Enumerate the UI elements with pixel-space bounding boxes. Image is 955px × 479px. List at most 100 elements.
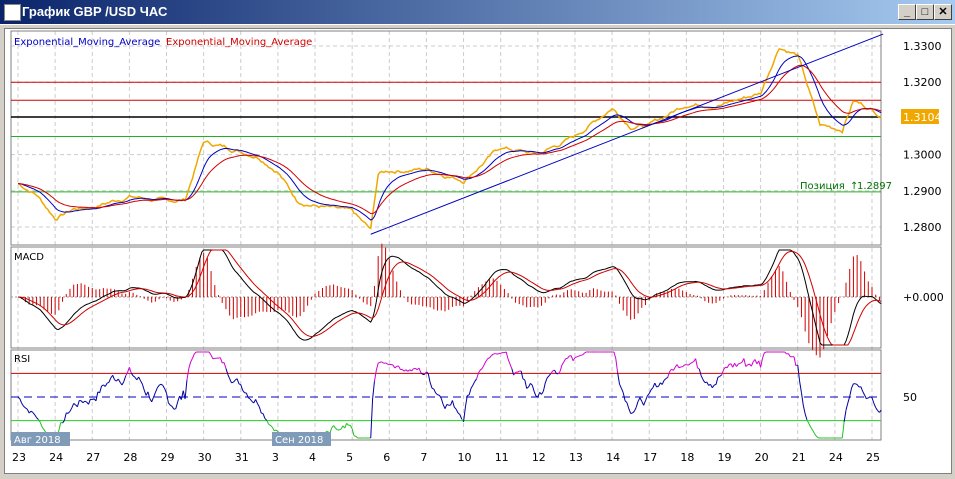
rsi-segment xyxy=(635,401,639,408)
rsi-segment xyxy=(864,394,867,399)
rsi-segment xyxy=(229,378,232,384)
macd-zero-label: +0.000 xyxy=(903,291,944,304)
rsi-segment xyxy=(856,384,860,388)
trend-line[interactable] xyxy=(370,33,884,235)
price-tick: 1.3300 xyxy=(903,40,942,53)
rsi-segment xyxy=(104,382,108,387)
rsi-segment xyxy=(528,383,531,388)
rsi-segment xyxy=(470,385,474,389)
rsi-segment xyxy=(862,391,866,396)
rsi-segment xyxy=(171,406,175,410)
rsi-segment xyxy=(440,398,444,405)
rsi-segment xyxy=(875,407,878,411)
day-tick: 24 xyxy=(829,451,843,464)
rsi-segment xyxy=(401,369,405,372)
rsi-segment xyxy=(509,363,513,369)
rsi-segment xyxy=(477,369,481,374)
day-tick: 19 xyxy=(717,451,731,464)
rsi-segment xyxy=(451,400,455,408)
rsi-segment xyxy=(689,362,693,365)
rsi-segment xyxy=(435,392,438,396)
rsi-segment xyxy=(711,384,715,389)
rsi-segment xyxy=(154,387,158,393)
rsi-segment xyxy=(21,403,24,407)
rsi-segment xyxy=(106,381,110,384)
rsi-segment xyxy=(548,373,552,377)
rsi-segment xyxy=(524,379,528,389)
day-tick: 27 xyxy=(86,451,100,464)
chart-canvas[interactable]: Exponential_Moving_Average Exponential_M… xyxy=(0,0,955,479)
day-tick: 18 xyxy=(680,451,694,464)
rsi-segment xyxy=(626,402,630,409)
rsi-segment xyxy=(665,376,669,380)
day-tick: 25 xyxy=(866,451,880,464)
rsi-segment xyxy=(810,426,814,431)
rsi-segment xyxy=(429,382,433,389)
rsi-segment xyxy=(140,380,143,385)
rsi-segment xyxy=(467,394,470,397)
rsi-segment xyxy=(411,368,414,372)
rsi-segment xyxy=(403,369,407,372)
rsi-segment xyxy=(697,367,700,370)
rsi-segment xyxy=(583,351,587,354)
rsi-segment xyxy=(500,352,503,354)
rsi-segment xyxy=(39,422,43,428)
rsi-segment xyxy=(537,392,541,398)
rsi-segment xyxy=(125,372,128,377)
rsi-segment xyxy=(261,412,264,415)
rsi-segment xyxy=(123,375,127,382)
rsi-segment xyxy=(373,370,377,382)
rsi-segment xyxy=(32,412,36,416)
rsi-segment xyxy=(698,369,702,376)
rsi-segment xyxy=(117,378,121,383)
rsi-segment xyxy=(570,355,574,361)
day-tick: 30 xyxy=(198,451,212,464)
rsi-segment xyxy=(30,410,34,413)
rsi-segment xyxy=(849,387,853,397)
legend-ema-slow: Exponential_Moving_Average xyxy=(166,37,312,48)
rsi-segment xyxy=(800,392,804,406)
rsi-segment xyxy=(101,384,104,387)
rsi-segment xyxy=(860,386,864,392)
rsi-segment xyxy=(409,369,412,372)
rsi-segment xyxy=(219,357,223,364)
legend-ema-fast: Exponential_Moving_Average xyxy=(14,37,160,48)
rsi-segment xyxy=(784,351,787,355)
rsi-segment xyxy=(73,403,76,406)
rsi-segment xyxy=(481,364,485,369)
rsi-segment xyxy=(793,356,797,366)
rsi-segment xyxy=(151,396,154,403)
rsi-segment xyxy=(114,379,117,382)
rsi-segment xyxy=(706,381,710,386)
rsi-segment xyxy=(656,385,659,388)
rsi-segment xyxy=(738,362,741,365)
rsi-segment xyxy=(507,359,511,365)
rsi-segment xyxy=(192,353,195,359)
rsi-segment xyxy=(468,388,472,396)
rsi-segment xyxy=(23,405,26,409)
rsi-segment xyxy=(483,361,487,366)
month-label: Авг 2018 xyxy=(14,435,61,446)
rsi-segment xyxy=(453,406,457,410)
rsi-segment xyxy=(815,435,819,439)
rsi-segment xyxy=(613,351,617,359)
rsi-segment xyxy=(41,426,45,430)
day-tick: 29 xyxy=(161,451,175,464)
rsi-segment xyxy=(437,394,440,396)
rsi-segment xyxy=(678,366,681,369)
rsi-segment xyxy=(257,403,260,408)
rsi-segment xyxy=(493,353,496,355)
rsi-segment xyxy=(505,351,509,360)
rsi-segment xyxy=(491,353,494,356)
rsi-segment xyxy=(714,383,717,386)
rsi-segment xyxy=(814,433,817,437)
rsi-segment xyxy=(546,375,550,379)
rsi-segment xyxy=(788,353,791,357)
rsi-segment xyxy=(686,364,689,366)
rsi-segment xyxy=(69,407,73,412)
rsi-segment xyxy=(141,383,145,391)
rsi-segment xyxy=(474,378,477,382)
current-price: 1.3104 xyxy=(903,111,942,124)
day-tick: 5 xyxy=(346,451,353,464)
rsi-segment xyxy=(542,382,546,392)
